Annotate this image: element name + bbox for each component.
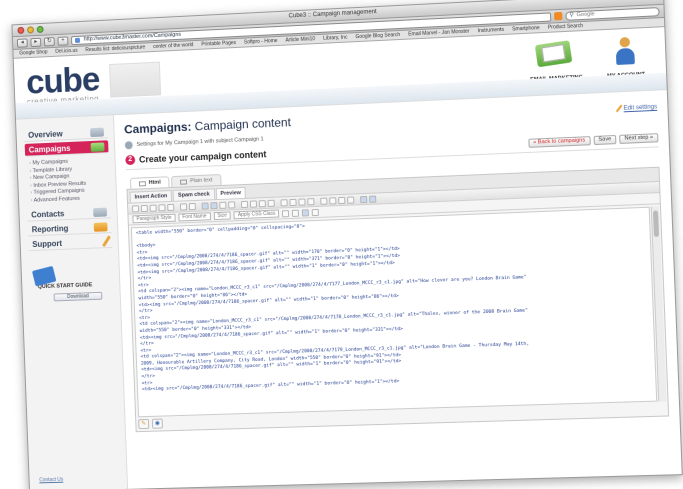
logo-wordmark: cube	[26, 65, 100, 98]
image-icon[interactable]	[202, 202, 209, 209]
bookmark-link[interactable]: Instruments	[477, 27, 504, 34]
html-source-textarea[interactable]: <table width="550" border="0" cellpaddin…	[131, 207, 657, 418]
edit-settings-link[interactable]: Edit settings	[618, 103, 657, 113]
undo-icon[interactable]	[180, 203, 187, 210]
campaign-submenu: My Campaigns Template Library New Campai…	[25, 155, 110, 209]
font-size-select[interactable]: Size	[213, 211, 231, 220]
rss-icon[interactable]	[554, 12, 562, 20]
table-icon[interactable]	[210, 202, 217, 209]
bookmark-link[interactable]: Product Search	[548, 23, 583, 31]
envelope-icon	[535, 40, 572, 67]
sidebar-item-campaigns[interactable]: Campaigns	[25, 140, 109, 156]
step-title: 2 Create your campaign content	[125, 149, 266, 165]
support-pencil-icon	[102, 235, 111, 247]
contacts-icon	[93, 207, 107, 216]
align-center-icon[interactable]	[289, 198, 296, 205]
sidebar-item-label: Campaigns	[29, 143, 71, 154]
reload-icon[interactable]: ↻	[44, 37, 55, 46]
info-icon	[125, 141, 133, 149]
text-color-icon[interactable]	[282, 210, 289, 217]
sidebar-item-label: Contacts	[31, 209, 64, 219]
preview-tab[interactable]: Preview	[215, 187, 246, 199]
font-name-select[interactable]: Font Name	[178, 212, 210, 221]
bookmark-link[interactable]: Del.icio.us	[55, 48, 78, 55]
help-icon[interactable]	[312, 208, 319, 215]
page-title-prefix: Campaigns:	[124, 120, 192, 137]
html-doc-icon	[139, 181, 146, 186]
sidebar: Overview Campaigns My Campaigns Template…	[16, 115, 127, 489]
edit-settings-label: Edit settings	[623, 104, 657, 112]
sidebar-item-support[interactable]: Support	[28, 235, 112, 251]
underline-icon[interactable]	[259, 200, 266, 207]
bookmark-link[interactable]: Softpro - Home	[244, 38, 278, 46]
hr-icon[interactable]	[219, 201, 226, 208]
step-number-badge: 2	[125, 155, 135, 165]
link-icon[interactable]	[360, 195, 367, 202]
download-button[interactable]: Download	[54, 292, 103, 302]
sidebar-item-label: Support	[32, 239, 62, 249]
spam-check-tab[interactable]: Spam check	[173, 188, 215, 201]
unordered-list-icon[interactable]	[329, 197, 336, 204]
save-button[interactable]: Save	[593, 134, 616, 144]
paragraph-style-select[interactable]: Paragraph Style	[132, 214, 175, 224]
bookmark-link[interactable]: Smartphone	[512, 25, 540, 32]
strikethrough-icon[interactable]	[268, 199, 275, 206]
overview-icon	[90, 127, 104, 136]
back-to-campaigns-button[interactable]: « Back to campaigns	[528, 136, 591, 148]
source-icon[interactable]	[132, 205, 139, 212]
italic-icon[interactable]	[250, 200, 257, 207]
css-class-select[interactable]: Apply CSS Class	[234, 209, 280, 219]
sidebar-item-label: Reporting	[32, 223, 69, 233]
contact-us-link[interactable]: Contact Us	[39, 477, 63, 484]
forward-arrow-icon[interactable]: ▸	[30, 37, 41, 46]
add-bookmark-icon[interactable]: +	[57, 36, 68, 45]
align-left-icon[interactable]	[280, 199, 287, 206]
sidebar-item-overview[interactable]: Overview	[24, 125, 108, 142]
find-icon[interactable]	[167, 203, 174, 210]
ordered-list-icon[interactable]	[320, 197, 327, 204]
reporting-icon	[94, 222, 108, 231]
bookmark-link[interactable]: Printable Pages	[201, 40, 236, 48]
settings-summary-text: Settings for My Campaign 1 with subject …	[136, 136, 263, 148]
maximize-icon[interactable]	[302, 209, 309, 216]
bookmark-link[interactable]: Google Shop	[19, 49, 47, 56]
browser-window: Cube3 :: Campaign management ◂ ▸ ↻ + htt…	[11, 0, 682, 489]
tab-label: Html	[149, 178, 161, 188]
user-icon	[613, 37, 635, 66]
quick-start-guide: QUICK START GUIDE Download	[29, 262, 114, 307]
text-doc-icon	[180, 179, 187, 184]
redo-icon[interactable]	[189, 202, 196, 209]
bookmark-link[interactable]: Google Blog Search	[355, 32, 400, 40]
sidebar-item-reporting[interactable]: Reporting	[28, 220, 112, 236]
insert-action-tab[interactable]: Insert Action	[130, 190, 173, 203]
bookmark-link[interactable]: Article Mini10	[285, 36, 315, 43]
main-content: Campaigns: Campaign content Edit setting…	[113, 90, 682, 489]
sidebar-item-label: Overview	[28, 129, 63, 139]
copy-icon[interactable]	[150, 204, 157, 211]
editor-footer: ✎ ◉	[138, 419, 163, 430]
html-editor: Insert Action Spam check Preview Paragra…	[126, 167, 669, 433]
special-char-icon[interactable]	[228, 201, 235, 208]
align-right-icon[interactable]	[298, 198, 305, 205]
bookmark-link[interactable]: Library, Inc	[323, 35, 348, 42]
bookmark-link[interactable]: center of the world	[153, 42, 194, 50]
paste-icon[interactable]	[158, 204, 165, 211]
next-step-button[interactable]: Next step »	[619, 133, 658, 144]
cut-icon[interactable]	[141, 204, 148, 211]
step-title-text: Create your campaign content	[139, 149, 267, 164]
campaigns-icon	[91, 142, 105, 151]
logo-backdrop	[109, 62, 161, 98]
preview-eye-icon[interactable]: ◉	[152, 419, 163, 429]
unlink-icon[interactable]	[369, 195, 376, 202]
edit-mode-pencil-icon[interactable]: ✎	[138, 419, 149, 429]
bold-icon[interactable]	[241, 200, 248, 207]
back-arrow-icon[interactable]: ◂	[17, 38, 28, 47]
justify-icon[interactable]	[307, 198, 314, 205]
indent-icon[interactable]	[347, 196, 354, 203]
step-buttons: « Back to campaigns Save Next step »	[528, 133, 659, 148]
outdent-icon[interactable]	[338, 196, 345, 203]
bg-color-icon[interactable]	[292, 209, 299, 216]
page-title-rest: Campaign content	[194, 115, 291, 133]
sidebar-item-contacts[interactable]: Contacts	[27, 205, 111, 221]
